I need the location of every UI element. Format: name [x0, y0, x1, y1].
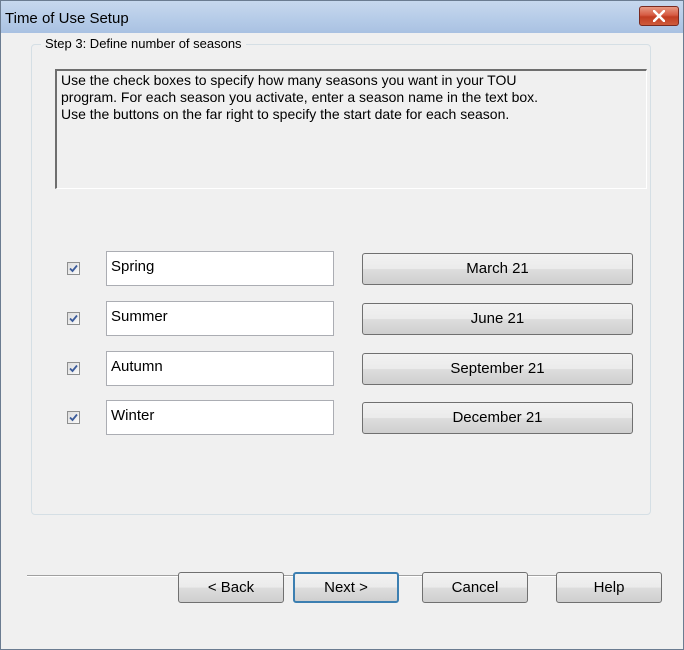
season-start-button-2[interactable]: June 21 — [362, 303, 633, 335]
season-checkbox-4[interactable] — [67, 411, 80, 424]
check-mark-icon — [69, 264, 78, 273]
check-mark-icon — [69, 364, 78, 373]
season-name-field-3[interactable]: Autumn — [106, 351, 334, 386]
season-start-button-4[interactable]: December 21 — [362, 402, 633, 434]
check-mark-icon — [69, 314, 78, 323]
season-checkbox-2[interactable] — [67, 312, 80, 325]
season-start-button-3[interactable]: September 21 — [362, 353, 633, 385]
instruction-line: Use the check boxes to specify how many … — [61, 72, 517, 88]
next-button[interactable]: Next > — [293, 572, 399, 603]
dialog-window: Time of Use Setup Step 3: Define number … — [0, 0, 684, 650]
close-button[interactable] — [639, 6, 679, 26]
instruction-line: program. For each season you activate, e… — [61, 89, 539, 105]
window-title: Time of Use Setup — [5, 10, 129, 27]
cancel-button[interactable]: Cancel — [422, 572, 528, 603]
close-icon — [653, 10, 665, 22]
season-name-field-2[interactable]: Summer — [106, 301, 334, 336]
instructions-text: Use the check boxes to specify how many … — [55, 69, 647, 189]
season-name-field-1[interactable]: Spring — [106, 251, 334, 286]
season-checkbox-1[interactable] — [67, 262, 80, 275]
season-start-button-1[interactable]: March 21 — [362, 253, 633, 285]
group-label: Step 3: Define number of seasons — [41, 36, 246, 51]
title-bar[interactable]: Time of Use Setup — [1, 1, 683, 33]
season-name-field-4[interactable]: Winter — [106, 400, 334, 435]
help-button[interactable]: Help — [556, 572, 662, 603]
season-checkbox-3[interactable] — [67, 362, 80, 375]
instruction-line: Use the buttons on the far right to spec… — [61, 106, 510, 122]
check-mark-icon — [69, 413, 78, 422]
back-button[interactable]: < Back — [178, 572, 284, 603]
